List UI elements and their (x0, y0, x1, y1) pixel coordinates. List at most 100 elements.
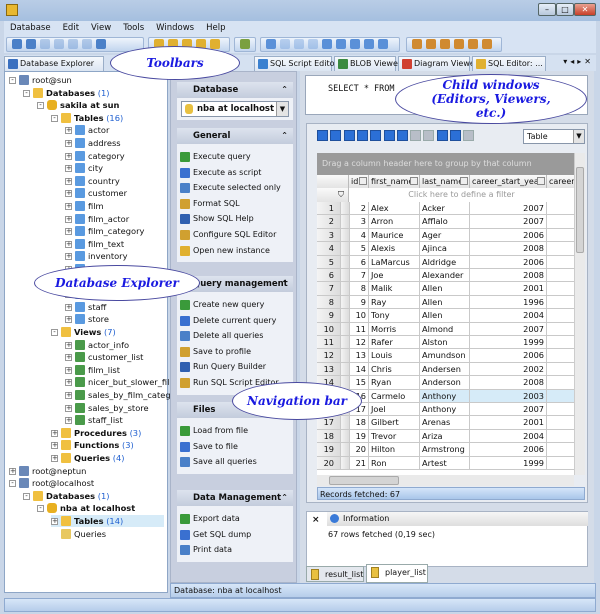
tree-item-film-list[interactable]: + film_list (65, 364, 164, 376)
tree-item-city[interactable]: + city (65, 162, 164, 174)
collapse-icon[interactable]: ⌃ (281, 490, 288, 506)
expand-icon[interactable]: + (65, 341, 72, 349)
tree-item-film-actor[interactable]: + film_actor (65, 213, 164, 225)
scroll-thumb[interactable] (576, 167, 584, 253)
toolbar-button[interactable] (440, 39, 450, 49)
chevron-down-icon[interactable]: ▼ (276, 102, 288, 116)
collapse-icon[interactable]: ⌃ (281, 276, 288, 292)
tree-item-customer[interactable]: + customer (65, 187, 164, 199)
collapse-icon[interactable]: ⌃ (281, 128, 288, 144)
table-row[interactable]: 2 3 Arron Afflalo 2007 (317, 215, 574, 229)
expand-icon[interactable]: + (65, 152, 72, 160)
filter-row[interactable]: Click here to define a filter (349, 188, 574, 202)
tree-item-store[interactable]: + store (65, 313, 164, 325)
scroll-thumb[interactable] (329, 476, 399, 485)
nav-item-save-all-queries[interactable]: Save all queries (180, 454, 293, 470)
menu-edit[interactable]: Edit (57, 21, 85, 35)
close-button[interactable]: ✕ (574, 3, 596, 16)
expand-icon[interactable]: + (65, 316, 72, 324)
toolbar-button[interactable] (468, 39, 478, 49)
tree-item-category[interactable]: + category (65, 150, 164, 162)
toolbar-button[interactable] (82, 39, 92, 49)
refresh-record-button[interactable] (436, 130, 448, 141)
tree-item-queries[interactable]: Queries (51, 528, 164, 540)
toolbar-button[interactable] (54, 39, 64, 49)
group-by-area[interactable]: Drag a column header here to group by th… (317, 153, 574, 175)
minimize-button[interactable]: – (538, 3, 556, 16)
nav-item-create-new-query[interactable]: Create new query (180, 297, 293, 313)
chevron-down-icon[interactable] (460, 177, 468, 185)
expand-icon[interactable]: + (51, 429, 58, 437)
nav-item-delete-all-queries[interactable]: Delete all queries (180, 328, 293, 344)
expand-icon[interactable]: + (51, 442, 58, 450)
tree-item-actor-info[interactable]: + actor_info (65, 339, 164, 351)
tab-result-list[interactable]: result_list (306, 566, 364, 582)
menu-tools[interactable]: Tools (117, 21, 150, 35)
nav-item-save-to-profile[interactable]: Save to profile (180, 344, 293, 360)
first-record-button[interactable] (317, 130, 328, 141)
settings-record-button[interactable] (450, 130, 461, 141)
nav-item-save-to-file[interactable]: Save to file (180, 439, 293, 455)
column-header-last_name[interactable]: last_name (420, 175, 470, 188)
database-select[interactable]: nba at localhost ▼ (181, 101, 289, 117)
expand-icon[interactable]: + (65, 253, 72, 261)
expand-icon[interactable]: + (65, 303, 72, 311)
collapse-icon[interactable]: - (51, 329, 58, 336)
tree-item-inventory[interactable]: + inventory (65, 250, 164, 262)
apply-record-button[interactable] (463, 130, 475, 141)
menu-windows[interactable]: Windows (150, 21, 200, 35)
expand-icon[interactable]: + (65, 366, 72, 374)
toolbar-button[interactable] (68, 39, 78, 49)
table-row[interactable]: 7 8 Malik Allen 2001 (317, 282, 574, 296)
table-row[interactable]: 4 5 Alexis Ajinca 2008 (317, 242, 574, 256)
expand-icon[interactable]: + (65, 215, 72, 223)
nav-item-delete-current-query[interactable]: Delete current query (180, 313, 293, 329)
tab-diagram-viewer[interactable]: Diagram Viewer (398, 56, 478, 71)
collapse-icon[interactable]: - (37, 505, 44, 513)
table-row[interactable]: 13 14 Chris Andersen 2002 (317, 362, 574, 377)
tree-item-address[interactable]: + address (65, 137, 164, 149)
delete-record-button[interactable] (383, 130, 395, 141)
tab-player-list[interactable]: player_list (366, 564, 428, 583)
filter-icon[interactable]: ⛉ (317, 188, 349, 202)
tree-item-nba-at-localhost[interactable]: - nba at localhost (37, 502, 164, 514)
tree-item-film-text[interactable]: + film_text (65, 238, 164, 250)
nav-item-execute-as-script[interactable]: Execute as script (180, 165, 293, 181)
toolbar-button[interactable] (12, 39, 22, 49)
toolbar-button[interactable] (350, 39, 360, 49)
tab-scroll-buttons[interactable]: ▾◂▸✕ (563, 57, 594, 66)
chevron-down-icon[interactable]: ▼ (573, 130, 584, 143)
tree-item-film[interactable]: + film (65, 200, 164, 212)
panel-header[interactable]: Database ⌃ (177, 82, 293, 98)
nav-item-execute-query[interactable]: Execute query (180, 149, 293, 165)
chevron-down-icon[interactable] (359, 177, 367, 185)
table-row[interactable]: 9 10 Tony Allen 2004 (317, 309, 574, 323)
tree-item-customer-list[interactable]: + customer_list (65, 351, 164, 363)
toolbar-button[interactable] (280, 39, 290, 49)
nav-item-show-sql-help[interactable]: Show SQL Help (180, 211, 293, 227)
collapse-icon[interactable]: - (37, 102, 44, 110)
toolbar-button[interactable] (426, 39, 436, 49)
toolbar-button[interactable] (482, 39, 492, 49)
column-header-id[interactable]: id (349, 175, 369, 188)
tree-item-staff[interactable]: + staff (65, 301, 164, 313)
expand-icon[interactable]: + (65, 354, 72, 362)
nav-item-load-from-file[interactable]: Load from file (180, 423, 293, 439)
expand-icon[interactable]: + (65, 404, 72, 412)
nav-item-execute-selected-only[interactable]: Execute selected only (180, 180, 293, 196)
nav-item-open-new-instance[interactable]: Open new instance (180, 243, 293, 259)
toolbar-button[interactable] (26, 39, 36, 49)
tree-item-sales-by-film-categor[interactable]: + sales_by_film_categor (65, 389, 179, 401)
toolbar-button[interactable] (336, 39, 346, 49)
expand-icon[interactable]: + (65, 203, 72, 210)
edit-record-button[interactable] (396, 130, 408, 141)
table-row[interactable]: 20 21 Ron Artest 1999 (317, 456, 574, 470)
expand-icon[interactable]: + (65, 177, 72, 185)
tab-sql-script-editor[interactable]: SQL Script Editor (254, 56, 338, 71)
tree-item-tables[interactable]: - Tables (16) (51, 112, 164, 124)
tab-blob-viewer[interactable]: BLOB Viewer (334, 56, 401, 71)
table-row[interactable]: 1 2 Alex Acker 2007 (317, 202, 574, 216)
column-header-career_start_year[interactable]: career_start_year (470, 175, 547, 188)
tree-item-country[interactable]: + country (65, 175, 164, 187)
tree-item-queries[interactable]: + Queries (4) (51, 452, 164, 464)
